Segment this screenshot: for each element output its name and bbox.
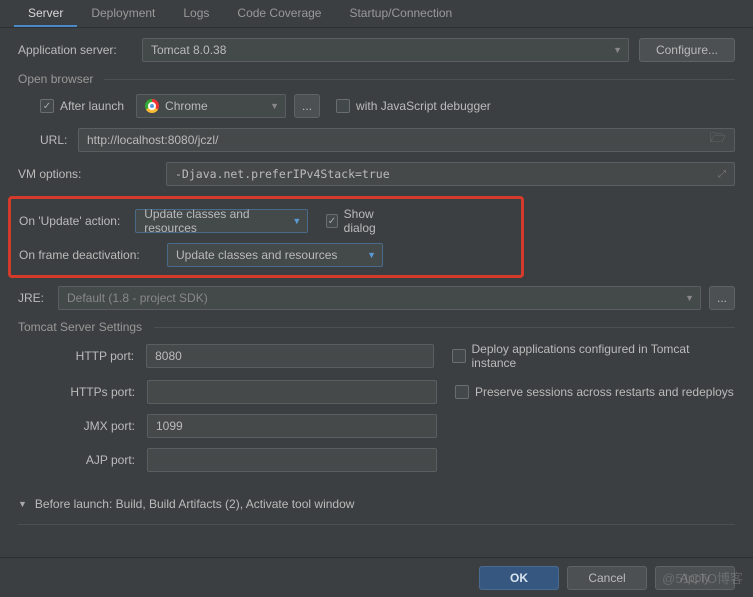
divider — [18, 524, 735, 525]
http-port-label: HTTP port: — [40, 349, 134, 363]
chrome-icon — [145, 99, 159, 113]
chevron-down-icon: ▼ — [613, 45, 622, 55]
jre-more-button[interactable]: ... — [709, 286, 735, 310]
url-label: URL: — [40, 133, 78, 147]
ajp-port-label: AJP port: — [40, 453, 135, 467]
folder-icon[interactable]: 🗁 — [710, 129, 726, 151]
deploy-label: Deploy applications configured in Tomcat… — [472, 342, 735, 370]
configure-button[interactable]: Configure... — [639, 38, 735, 62]
deploy-checkbox[interactable] — [452, 349, 466, 363]
update-action-combo[interactable]: Update classes and resources ▼ — [135, 209, 308, 233]
app-server-label: Application server: — [18, 43, 142, 57]
apply-button[interactable]: Apply — [655, 566, 735, 590]
browser-combo[interactable]: Chrome ▼ — [136, 94, 286, 118]
jmx-port-input[interactable]: 1099 — [147, 414, 437, 438]
show-dialog-checkbox[interactable]: ✓ — [326, 214, 337, 228]
before-launch-section[interactable]: ▼ Before launch: Build, Build Artifacts … — [18, 494, 735, 514]
tab-deployment[interactable]: Deployment — [77, 0, 169, 27]
chevron-down-icon: ▼ — [270, 101, 279, 111]
after-launch-label: After launch — [60, 99, 124, 113]
update-action-value: Update classes and resources — [144, 207, 286, 235]
app-server-combo[interactable]: Tomcat 8.0.38 ▼ — [142, 38, 629, 62]
vm-options-value: -Djava.net.preferIPv4Stack=true — [175, 167, 718, 181]
browser-value: Chrome — [165, 99, 208, 113]
chevron-down-icon: ▼ — [18, 499, 27, 509]
expand-icon[interactable]: ⤢ — [718, 169, 726, 180]
app-server-value: Tomcat 8.0.38 — [151, 43, 226, 57]
show-dialog-label: Show dialog — [344, 207, 395, 235]
config-tabs: Server Deployment Logs Code Coverage Sta… — [0, 0, 753, 28]
update-action-label: On 'Update' action: — [19, 214, 135, 228]
preserve-checkbox[interactable] — [455, 385, 469, 399]
ok-button[interactable]: OK — [479, 566, 559, 590]
jre-value: Default (1.8 - project SDK) — [67, 291, 208, 305]
tab-code-coverage[interactable]: Code Coverage — [223, 0, 335, 27]
vm-options-label: VM options: — [18, 167, 166, 181]
chevron-down-icon: ▼ — [367, 250, 376, 260]
http-port-input[interactable]: 8080 — [146, 344, 434, 368]
dialog-footer: OK Cancel Apply — [0, 557, 753, 597]
js-debugger-label: with JavaScript debugger — [356, 99, 491, 113]
ajp-port-input[interactable] — [147, 448, 437, 472]
url-input[interactable]: http://localhost:8080/jczl/ 🗁 — [78, 128, 735, 152]
tomcat-settings-group: Tomcat Server Settings — [18, 320, 735, 334]
tab-server[interactable]: Server — [14, 0, 77, 27]
jre-combo[interactable]: Default (1.8 - project SDK) ▼ — [58, 286, 701, 310]
tab-startup-connection[interactable]: Startup/Connection — [335, 0, 466, 27]
cancel-button[interactable]: Cancel — [567, 566, 647, 590]
https-port-input[interactable] — [147, 380, 437, 404]
jre-label: JRE: — [18, 291, 58, 305]
browser-more-button[interactable]: ... — [294, 94, 320, 118]
frame-deactivation-value: Update classes and resources — [176, 248, 337, 262]
https-port-label: HTTPs port: — [40, 385, 135, 399]
preserve-label: Preserve sessions across restarts and re… — [475, 385, 734, 399]
before-launch-label: Before launch: Build, Build Artifacts (2… — [35, 497, 355, 511]
vm-options-input[interactable]: -Djava.net.preferIPv4Stack=true ⤢ — [166, 162, 735, 186]
js-debugger-checkbox[interactable] — [336, 99, 350, 113]
frame-deactivation-combo[interactable]: Update classes and resources ▼ — [167, 243, 383, 267]
frame-deactivation-label: On frame deactivation: — [19, 248, 167, 262]
chevron-down-icon: ▼ — [292, 216, 301, 226]
url-value: http://localhost:8080/jczl/ — [87, 133, 710, 147]
jmx-port-label: JMX port: — [40, 419, 135, 433]
after-launch-checkbox[interactable]: ✓ — [40, 99, 54, 113]
highlight-box: On 'Update' action: Update classes and r… — [8, 196, 524, 278]
chevron-down-icon: ▼ — [685, 293, 694, 303]
tab-logs[interactable]: Logs — [169, 0, 223, 27]
open-browser-group: Open browser — [18, 72, 735, 86]
